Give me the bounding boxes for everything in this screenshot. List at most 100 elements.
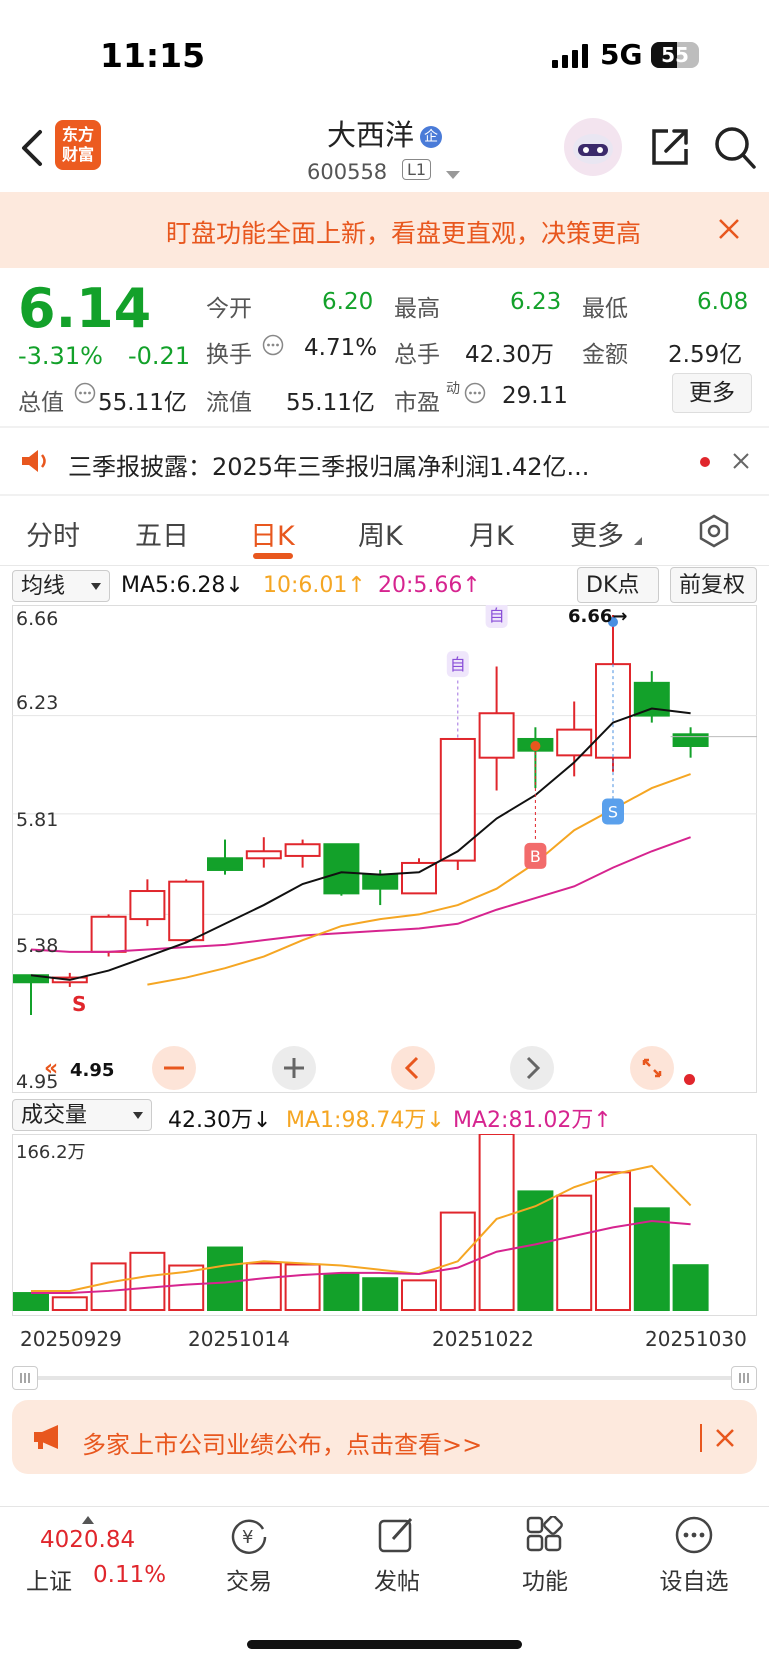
volume-bar	[556, 1194, 593, 1311]
adjust-selector[interactable]: 前复权	[670, 567, 757, 603]
turnover-label: 换手	[206, 342, 252, 368]
grid-icon[interactable]	[526, 1515, 564, 1558]
volume-bar	[362, 1277, 399, 1312]
volume-max-label: 166.2万	[16, 1142, 86, 1163]
zoom-out-button[interactable]	[152, 1046, 196, 1090]
tab-intraday[interactable]: 分时	[26, 514, 80, 553]
more-dots-icon[interactable]	[674, 1515, 714, 1559]
enterprise-badge: 企	[420, 126, 442, 148]
caret-up-icon	[82, 1509, 94, 1528]
notice-text[interactable]: 三季报披露：2025年三季报归属净利润1.42亿...	[68, 447, 589, 482]
low-label: 最低	[582, 296, 628, 322]
close-icon[interactable]	[715, 1428, 735, 1452]
dropdown-icon	[91, 583, 101, 590]
home-indicator	[247, 1640, 522, 1649]
network-label: 5G	[600, 38, 643, 71]
index-value[interactable]: 4020.84	[40, 1527, 135, 1553]
search-icon[interactable]	[713, 125, 757, 175]
more-button[interactable]: 更多	[672, 373, 752, 413]
volume-current: 42.30万↓	[168, 1108, 272, 1133]
high-value: 6.23	[510, 289, 562, 315]
low-value: 6.08	[697, 289, 749, 315]
index-change[interactable]: 0.11%	[93, 1562, 166, 1588]
volume-bar	[245, 1262, 282, 1311]
signal-icon	[552, 44, 592, 72]
kline-chart[interactable]: 自自BSS	[12, 605, 757, 1093]
zoom-in-button[interactable]	[272, 1046, 316, 1090]
info-icon[interactable]	[74, 382, 96, 408]
watchlist-label[interactable]: 设自选	[634, 1562, 754, 1596]
index-name[interactable]: 上证	[26, 1562, 72, 1596]
price-tick: 5.38	[16, 935, 59, 957]
mcap-label: 总值	[18, 390, 64, 416]
trade-icon[interactable]: ¥	[229, 1515, 271, 1559]
trade-label[interactable]: 交易	[189, 1562, 309, 1596]
date-tick: 20250929	[20, 1327, 122, 1351]
turnover-value: 4.71%	[304, 335, 378, 361]
max-price-marker: 6.66→	[568, 606, 628, 627]
amount-value: 2.59亿	[668, 342, 743, 368]
edit-post-icon[interactable]	[377, 1515, 417, 1559]
volume-chart[interactable]	[12, 1134, 757, 1316]
tab-five-day[interactable]: 五日	[135, 514, 189, 553]
ma-selector[interactable]: 均线	[12, 570, 110, 602]
volume-bar	[90, 1262, 127, 1311]
divider	[0, 565, 769, 566]
battery-icon: 55	[651, 42, 699, 68]
slider-left-handle[interactable]	[12, 1366, 38, 1390]
mcap-value: 55.11亿	[98, 390, 187, 416]
dropdown-icon	[133, 1112, 143, 1119]
price-tick: 6.66	[16, 608, 59, 630]
tab-monthly-k[interactable]: 月K	[469, 514, 514, 553]
scroll-left-button[interactable]	[391, 1046, 435, 1090]
volume-value: 42.30万	[465, 342, 554, 368]
candle	[207, 857, 243, 871]
open-label: 今开	[206, 296, 252, 322]
level-badge[interactable]: L1	[402, 159, 432, 180]
slider-right-handle[interactable]	[731, 1366, 757, 1390]
earnings-banner-text: 多家上市公司业绩公布，点击查看>>	[82, 1431, 483, 1459]
volume-bar	[478, 1134, 515, 1311]
self-select-badge: 自	[450, 655, 466, 674]
volume-bar	[401, 1279, 437, 1312]
double-chevron-left-icon[interactable]: «	[44, 1056, 58, 1081]
gear-icon[interactable]	[697, 514, 731, 552]
volume-selector[interactable]: 成交量	[12, 1099, 152, 1131]
candle	[672, 733, 709, 747]
chevron-down-icon[interactable]	[446, 166, 460, 185]
min-price-marker: 4.95	[70, 1060, 115, 1081]
volume-bar	[323, 1272, 360, 1312]
volume-bar	[129, 1251, 166, 1312]
current-price: 6.14	[18, 277, 152, 340]
tab-more[interactable]: 更多	[570, 514, 624, 553]
candle	[245, 850, 282, 860]
buy-badge: B	[530, 847, 541, 866]
self-select-badge: 自	[489, 606, 505, 625]
dk-label: DK点	[586, 573, 640, 598]
volume-bar	[284, 1263, 321, 1312]
fullscreen-icon[interactable]	[630, 1046, 674, 1090]
post-label[interactable]: 发帖	[337, 1562, 457, 1596]
info-icon[interactable]	[464, 382, 486, 408]
volume-bar	[13, 1292, 49, 1312]
open-value: 6.20	[322, 289, 374, 315]
candle	[90, 915, 127, 953]
scroll-right-button[interactable]	[510, 1046, 554, 1090]
triangle-icon	[634, 530, 642, 549]
candle	[129, 890, 166, 921]
dk-point-selector[interactable]: DK点	[577, 567, 659, 603]
speaker-icon	[20, 447, 50, 479]
volume-bar	[595, 1171, 631, 1312]
close-icon[interactable]	[718, 218, 740, 244]
tab-daily-k[interactable]: 日K	[250, 514, 295, 553]
change-percent: -3.31%	[18, 342, 103, 370]
function-label[interactable]: 功能	[485, 1562, 605, 1596]
share-icon[interactable]	[648, 125, 692, 173]
volume-bar	[207, 1246, 243, 1311]
robot-avatar[interactable]	[564, 118, 622, 176]
close-icon[interactable]	[732, 452, 750, 474]
change-amount: -0.21	[128, 342, 191, 370]
range-slider[interactable]	[12, 1366, 757, 1390]
tab-weekly-k[interactable]: 周K	[358, 514, 403, 553]
info-icon[interactable]	[262, 334, 284, 360]
